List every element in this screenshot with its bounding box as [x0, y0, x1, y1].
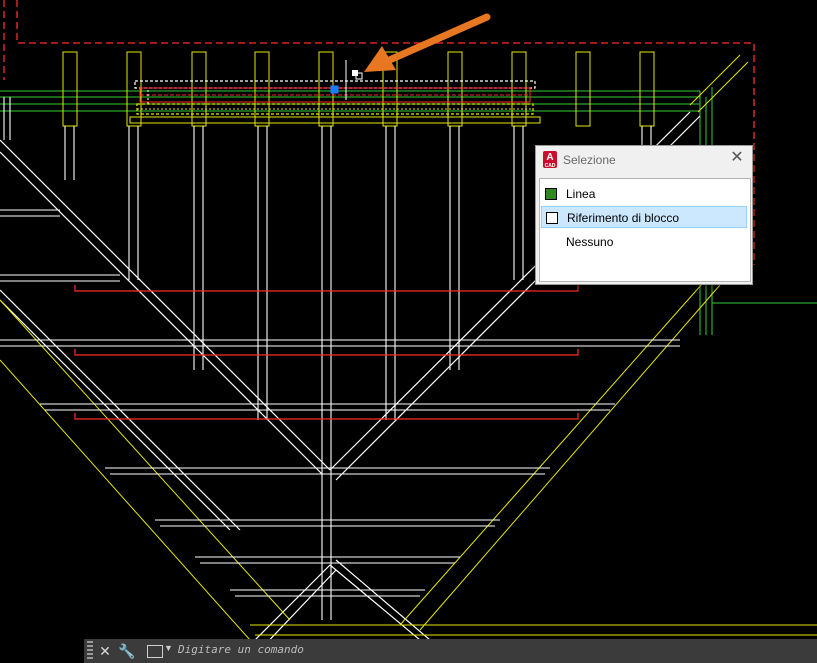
selection-item-label: Riferimento di blocco	[567, 211, 680, 225]
grip-icon[interactable]	[87, 641, 93, 661]
yellow-diagonals	[0, 54, 817, 641]
command-line-bar: ✕ 🔧 ▼ Digitare un comando	[84, 639, 817, 663]
selection-popup: A CAD Selezione ✕ Linea Riferimento di bl…	[535, 145, 753, 285]
selection-item-riferimento-di-blocco[interactable]: Riferimento di blocco	[541, 206, 747, 228]
yellow-posts	[62, 51, 655, 127]
command-placeholder: Digitare un comando	[178, 643, 304, 656]
selection-item-label: Nessuno	[566, 235, 614, 249]
cursor-pickbox-icon	[345, 60, 363, 100]
command-prompt-icon[interactable]	[147, 645, 163, 658]
white-swatch-icon	[546, 212, 558, 224]
dropdown-caret-icon[interactable]: ▼	[164, 643, 173, 653]
red-lines	[74, 285, 579, 420]
green-swatch-icon	[545, 188, 557, 200]
selection-list: Linea Riferimento di blocco Nessuno	[539, 178, 751, 282]
autocad-app-icon: A CAD	[543, 151, 557, 169]
annotation-arrow-icon	[364, 13, 491, 72]
close-icon[interactable]: ✕	[729, 150, 745, 166]
selection-item-label: Linea	[566, 187, 596, 201]
popup-titlebar[interactable]: A CAD Selezione ✕	[536, 146, 752, 174]
selection-item-linea[interactable]: Linea	[541, 183, 747, 205]
close-x-icon[interactable]: ✕	[96, 641, 114, 661]
drawing-canvas[interactable]	[0, 0, 817, 663]
grip-handle-icon[interactable]	[330, 85, 339, 94]
wrench-icon[interactable]: 🔧	[118, 641, 136, 661]
popup-title: Selezione	[563, 153, 616, 167]
selection-item-nessuno[interactable]: Nessuno	[541, 231, 747, 253]
